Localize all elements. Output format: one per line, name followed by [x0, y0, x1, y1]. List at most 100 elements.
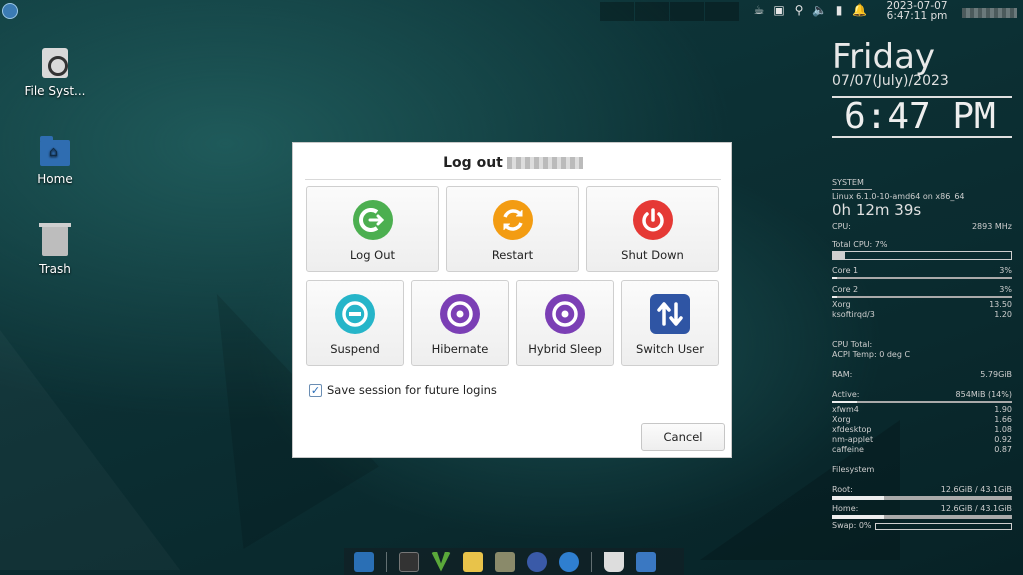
conky-swap-label: Swap: 0%: [832, 521, 872, 530]
dock: [344, 548, 684, 575]
dialog-title: Log out: [293, 155, 733, 171]
desktop-icon-home[interactable]: Home: [10, 136, 100, 186]
suspend-label: Suspend: [330, 342, 380, 356]
conky-bar-fill: [832, 496, 885, 500]
restart-button[interactable]: Restart: [446, 186, 579, 272]
hybrid-sleep-icon: [545, 294, 585, 334]
workspace-1[interactable]: [600, 2, 634, 21]
username-blurred: [506, 157, 583, 169]
network-icon[interactable]: ▣: [772, 3, 786, 17]
hibernate-button[interactable]: Hibernate: [411, 280, 509, 366]
app-finder-icon[interactable]: [559, 551, 579, 572]
conky-total-cpu-bar: [832, 251, 1012, 260]
conky-mem-value: 1.08: [994, 425, 1012, 434]
desktop-icon-label: File Syst...: [24, 84, 86, 98]
location-icon[interactable]: ⚲: [792, 3, 806, 17]
conky-mem-name: caffeine: [832, 445, 864, 454]
home-folder-icon: [40, 136, 70, 166]
file-manager-icon[interactable]: [636, 551, 656, 572]
conky-bar-fill: [832, 515, 885, 519]
conky-widget: Friday 07/07(July)/2023 6:47 PM SYSTEM L…: [832, 40, 1012, 531]
terminal-icon[interactable]: [399, 551, 419, 572]
suspend-button[interactable]: Suspend: [306, 280, 404, 366]
conky-mem-value: 1.66: [994, 415, 1012, 424]
caffeine-icon[interactable]: ☕: [752, 3, 766, 17]
conky-proc-name: ksoftirqd/3: [832, 310, 875, 319]
dialog-separator: [305, 179, 721, 180]
conky-home-value: 12.6GiB / 43.1GiB: [940, 504, 1012, 513]
save-session-option[interactable]: ✓ Save session for future logins: [309, 383, 497, 397]
restart-label: Restart: [491, 248, 534, 262]
web-browser-icon[interactable]: [527, 551, 547, 572]
power-icon: [632, 200, 673, 240]
archive-manager-icon[interactable]: [495, 551, 515, 572]
conky-mem-row: caffeine 0.87: [832, 445, 1012, 455]
workspace-switcher[interactable]: [600, 2, 739, 21]
user-menu[interactable]: [962, 8, 1017, 18]
show-desktop-icon[interactable]: [354, 551, 374, 572]
logout-label: Log Out: [349, 248, 396, 262]
hybrid-sleep-label: Hybrid Sleep: [528, 342, 602, 356]
desktop-icon-trash[interactable]: Trash: [10, 223, 100, 276]
conky-mem-name: xfdesktop: [832, 425, 872, 434]
battery-icon[interactable]: ▮: [832, 3, 846, 17]
conky-mem-value: 0.92: [994, 435, 1012, 444]
conky-cpu-label: CPU:: [832, 222, 851, 231]
conky-core-row: Core 2 3%: [832, 285, 1012, 295]
shutdown-button[interactable]: Shut Down: [586, 186, 719, 272]
conky-uptime: 0h 12m 39s: [832, 201, 922, 219]
switch-user-button[interactable]: Switch User: [621, 280, 719, 366]
workspace-3[interactable]: [670, 2, 704, 21]
conky-proc-value: 13.50: [989, 300, 1012, 309]
conky-mem-row: xfdesktop 1.08: [832, 425, 1012, 435]
conky-ram-label: RAM:: [832, 370, 853, 379]
notifications-icon[interactable]: 🔔: [852, 3, 867, 17]
restart-icon: [492, 200, 533, 240]
text-editor-icon[interactable]: [463, 551, 483, 572]
conky-ram-value: 5.79GiB: [980, 370, 1012, 379]
clock-time: 6:47:11 pm: [886, 10, 948, 22]
conky-active-row: Active: 854MiB (14%): [832, 390, 1012, 400]
conky-home-bar: [832, 515, 1012, 519]
hibernate-icon: [440, 294, 480, 334]
conky-root-label: Root:: [832, 485, 853, 494]
system-tray: ☕ ▣ ⚲ 🔈 ▮ 🔔: [752, 3, 867, 17]
conky-mem-row: xfwm4 1.90: [832, 405, 1012, 415]
conky-mem-value: 1.90: [994, 405, 1012, 414]
conky-root-bar: [832, 496, 1012, 500]
volume-icon[interactable]: 🔈: [812, 3, 827, 17]
save-session-checkbox[interactable]: ✓: [309, 383, 322, 397]
logout-dialog: Log out Log Out Restart Shut Down Suspen…: [292, 142, 732, 458]
logout-button[interactable]: Log Out: [306, 186, 439, 272]
conky-proc-row: ksoftirqd/3 1.20: [832, 310, 1012, 320]
desktop-icon-filesystem[interactable]: File Syst...: [10, 48, 100, 98]
caffeine-dock-icon[interactable]: [604, 551, 624, 572]
wallpaper-facet: [0, 330, 180, 570]
conky-core-value: 3%: [999, 285, 1012, 294]
conky-day: Friday: [832, 37, 936, 77]
conky-root-row: Root: 12.6GiB / 43.1GiB: [832, 485, 1012, 495]
dock-separator: [386, 551, 387, 572]
conky-bar-fill: [832, 277, 838, 279]
workspace-4[interactable]: [705, 2, 739, 21]
conky-mem-name: Xorg: [832, 415, 851, 424]
conky-core-label: Core 1: [832, 266, 859, 275]
logout-icon: [352, 200, 393, 240]
dock-separator: [591, 551, 592, 572]
workspace-2[interactable]: [635, 2, 669, 21]
hybrid-sleep-button[interactable]: Hybrid Sleep: [516, 280, 614, 366]
conky-mem-row: nm-applet 0.92: [832, 435, 1012, 445]
switch-user-label: Switch User: [636, 342, 704, 356]
conky-mem-name: xfwm4: [832, 405, 859, 414]
conky-home-label: Home:: [832, 504, 859, 513]
panel-clock[interactable]: 2023-07-07 6:47:11 pm: [880, 1, 954, 22]
conky-proc-row: Xorg 13.50: [832, 300, 1012, 310]
cancel-button[interactable]: Cancel: [641, 423, 725, 451]
conky-mem-name: nm-applet: [832, 435, 874, 444]
applications-menu-icon[interactable]: [2, 3, 18, 19]
conky-cpu-freq: 2893 MHz: [971, 222, 1012, 231]
conky-core-label: Core 2: [832, 285, 859, 294]
conky-bar-fill: [832, 296, 838, 298]
conky-total-cpu: Total CPU: 7%: [832, 240, 888, 249]
vim-icon[interactable]: [431, 551, 451, 572]
